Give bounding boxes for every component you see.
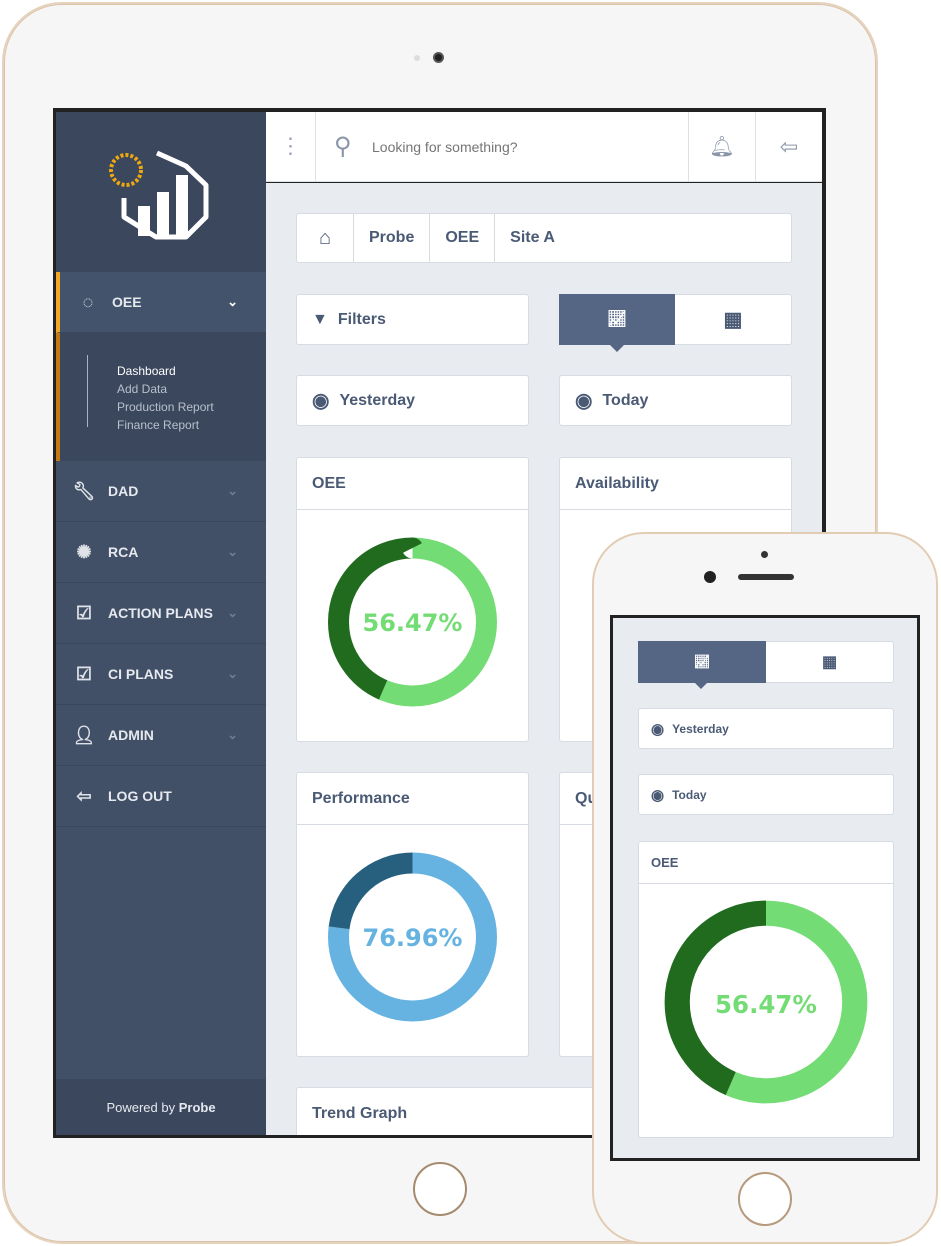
wrench-icon: 🔧︎ <box>72 480 96 501</box>
radio-icon: ◉ <box>312 390 330 412</box>
filter-icon: ▼ <box>312 310 328 328</box>
submenu-add-data[interactable]: Add Data <box>117 382 167 396</box>
checklist-icon: ☑ <box>75 602 93 623</box>
more-vertical-icon[interactable]: ⋮ <box>266 112 316 182</box>
sidebar-item-label: ADMIN <box>108 727 154 743</box>
card-title: OEE <box>639 842 893 884</box>
powered-by: Powered by Probe <box>56 1079 266 1135</box>
cycle-icon: ◌ <box>82 291 94 312</box>
notifications-bell-icon[interactable]: 🔔︎ <box>688 112 755 182</box>
radio-icon: ◉ <box>575 390 593 412</box>
sidebar-item-log-out[interactable]: ⇦ LOG OUT <box>56 766 266 827</box>
card-title: Performance <box>297 773 528 825</box>
card-title: Availability <box>560 458 791 510</box>
submenu-dashboard[interactable]: Dashboard <box>117 364 176 378</box>
phone-home-button <box>738 1172 792 1226</box>
chart-view-icon[interactable]: 📈︎ <box>638 640 766 689</box>
sidebar-item-oee[interactable]: ◌ OEE ⌄ <box>56 272 266 333</box>
phone-speaker-dot <box>761 551 768 558</box>
oee-donut-chart: 56.47% <box>328 537 497 707</box>
date-to-button[interactable]: ◉ Today <box>559 375 792 426</box>
top-bar: ⋮ ⚲ 🔔︎ ⇦ <box>266 112 822 182</box>
oee-card: OEE 56.47% <box>296 457 529 742</box>
breadcrumb: ⌂ Probe OEE Site A <box>296 213 792 263</box>
logout-icon: ⇦ <box>76 785 92 806</box>
logo <box>56 112 266 272</box>
tablet-home-button <box>413 1162 467 1216</box>
donut-value-label: 76.96% <box>363 924 463 952</box>
logout-icon[interactable]: ⇦ <box>755 112 822 182</box>
chevron-down-icon: ⌄ <box>227 727 238 742</box>
phone-view-toggle: 📈︎ ▦ <box>638 640 894 689</box>
sidebar-item-action-plans[interactable]: ☑ ACTION PLANS ⌄ <box>56 583 266 644</box>
search-icon: ⚲ <box>334 133 352 160</box>
donut-value-label: 56.47% <box>363 609 463 637</box>
user-icon: 👤︎ <box>72 724 96 745</box>
sidebar-item-label: LOG OUT <box>108 788 172 804</box>
sidebar-item-ci-plans[interactable]: ☑ CI PLANS ⌄ <box>56 644 266 705</box>
chevron-down-icon: ⌄ <box>227 483 238 498</box>
date-from-button[interactable]: ◉ Yesterday <box>296 375 529 426</box>
phone-earpiece <box>738 574 794 580</box>
table-view-icon[interactable]: ▦ <box>766 652 893 672</box>
phone-date-from-button[interactable]: ◉ Yesterday <box>638 708 894 749</box>
chevron-down-icon: ⌄ <box>227 544 238 559</box>
sidebar-item-rca[interactable]: ✺ RCA ⌄ <box>56 522 266 583</box>
probe-logo-icon <box>109 150 209 240</box>
performance-card: Performance 76.96% <box>296 772 529 1057</box>
breadcrumb-item[interactable]: Probe <box>354 214 431 262</box>
breadcrumb-item[interactable]: Site A <box>495 214 570 262</box>
radio-icon: ◉ <box>651 720 665 738</box>
phone-content: 📈︎ ▦ ◉ Yesterday ◉ Today OEE 56.47% <box>613 618 917 1158</box>
sidebar: ◌ OEE ⌄ Dashboard Add Data Production Re… <box>56 112 266 1135</box>
sidebar-item-admin[interactable]: 👤︎ ADMIN ⌄ <box>56 705 266 766</box>
checklist-icon: ☑ <box>75 663 93 684</box>
network-icon: ✺ <box>76 541 92 562</box>
tablet-sensor <box>414 55 420 61</box>
sidebar-item-label: RCA <box>108 544 139 560</box>
search-input[interactable] <box>372 132 672 162</box>
sidebar-item-dad[interactable]: 🔧︎ DAD ⌄ <box>56 461 266 522</box>
table-view-icon[interactable]: ▦ <box>675 307 791 332</box>
view-toggle: 📈︎ ▦ <box>559 293 792 352</box>
phone-camera <box>704 571 716 583</box>
breadcrumb-item[interactable]: OEE <box>430 214 496 262</box>
sidebar-item-label: ACTION PLANS <box>108 605 213 621</box>
filters-button[interactable]: ▼ Filters <box>296 294 529 345</box>
tablet-camera <box>433 52 444 63</box>
performance-donut-chart: 76.96% <box>328 852 497 1022</box>
donut-value-label: 56.47% <box>715 990 817 1019</box>
phone-oee-card: OEE 56.47% <box>638 841 894 1138</box>
sidebar-item-label: DAD <box>108 483 139 499</box>
radio-icon: ◉ <box>651 786 665 804</box>
sidebar-submenu: Dashboard Add Data Production Report Fin… <box>56 333 266 461</box>
chart-view-icon[interactable]: 📈︎ <box>559 293 675 352</box>
card-title: OEE <box>297 458 528 510</box>
sidebar-item-label: CI PLANS <box>108 666 174 682</box>
phone-date-to-button[interactable]: ◉ Today <box>638 774 894 815</box>
chevron-down-icon: ⌄ <box>227 605 238 620</box>
sidebar-item-label: OEE <box>112 294 142 310</box>
submenu-production-report[interactable]: Production Report <box>117 400 214 414</box>
chevron-down-icon: ⌄ <box>227 666 238 681</box>
submenu-finance-report[interactable]: Finance Report <box>117 418 199 432</box>
home-icon[interactable]: ⌂ <box>297 214 354 262</box>
phone-oee-donut-chart: 56.47% <box>664 900 868 1104</box>
chevron-down-icon: ⌄ <box>227 294 238 309</box>
